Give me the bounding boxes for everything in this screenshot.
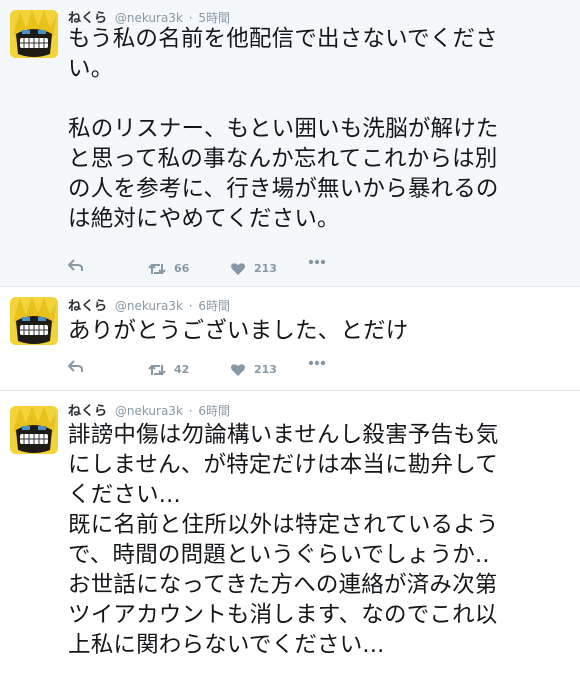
timestamp[interactable]: 6時間 [198, 404, 230, 418]
like-button[interactable]: 213 [230, 259, 277, 279]
timestamp[interactable]: 6時間 [198, 299, 230, 313]
tweet[interactable]: ねくら @nekura3k · 5時間 もう私の名前を他配信で出さないでくださ … [0, 0, 580, 287]
like-count: 213 [254, 262, 277, 275]
reply-button[interactable] [68, 259, 84, 273]
username[interactable]: @nekura3k [115, 299, 183, 313]
avatar-image [10, 406, 58, 454]
separator: · [188, 299, 193, 313]
retweet-count: 42 [174, 363, 190, 376]
username[interactable]: @nekura3k [115, 404, 183, 418]
avatar[interactable] [10, 406, 58, 454]
tweet-text: もう私の名前を他配信で出さないでくださ い。 私のリスナー、もとい囲いも洗脳が解… [68, 26, 499, 232]
display-name[interactable]: ねくら [68, 299, 107, 314]
avatar-image [10, 297, 58, 345]
retweet-count: 66 [174, 262, 190, 275]
retweet-icon [148, 364, 166, 376]
retweet-icon [148, 263, 166, 275]
tweet-actions: 66 213 [68, 259, 368, 279]
avatar[interactable] [10, 10, 58, 58]
tweet-header: ねくら @nekura3k · 6時間 [68, 296, 230, 316]
more-button[interactable] [308, 360, 326, 366]
timestamp[interactable]: 5時間 [198, 11, 230, 25]
heart-icon [231, 263, 245, 275]
tweet-actions: 42 213 [68, 360, 368, 380]
username[interactable]: @nekura3k [115, 11, 183, 25]
tweet-header: ねくら @nekura3k · 6時間 [68, 401, 230, 421]
tweet-text: 誹謗中傷は勿論構いませんし殺害予告も気 にしません、が特定だけは本当に勘弁して … [68, 422, 499, 658]
retweet-button[interactable]: 42 [148, 360, 189, 380]
more-icon [308, 259, 326, 265]
separator: · [188, 11, 193, 25]
more-button[interactable] [308, 259, 326, 265]
tweet-text: ありがとうございました、とだけ [68, 318, 409, 344]
more-icon [308, 360, 326, 366]
reply-icon [68, 259, 83, 271]
like-button[interactable]: 213 [230, 360, 277, 380]
avatar-image [10, 10, 58, 58]
reply-icon [68, 360, 83, 372]
avatar[interactable] [10, 297, 58, 345]
display-name[interactable]: ねくら [68, 404, 107, 419]
tweet[interactable]: ねくら @nekura3k · 6時間 誹謗中傷は勿論構いませんし殺害予告も気 … [0, 391, 580, 690]
retweet-button[interactable]: 66 [148, 259, 189, 279]
reply-button[interactable] [68, 360, 84, 374]
heart-icon [231, 364, 245, 376]
separator: · [188, 404, 193, 418]
tweet[interactable]: ねくら @nekura3k · 6時間 ありがとうございました、とだけ 42 2… [0, 287, 580, 391]
like-count: 213 [254, 363, 277, 376]
